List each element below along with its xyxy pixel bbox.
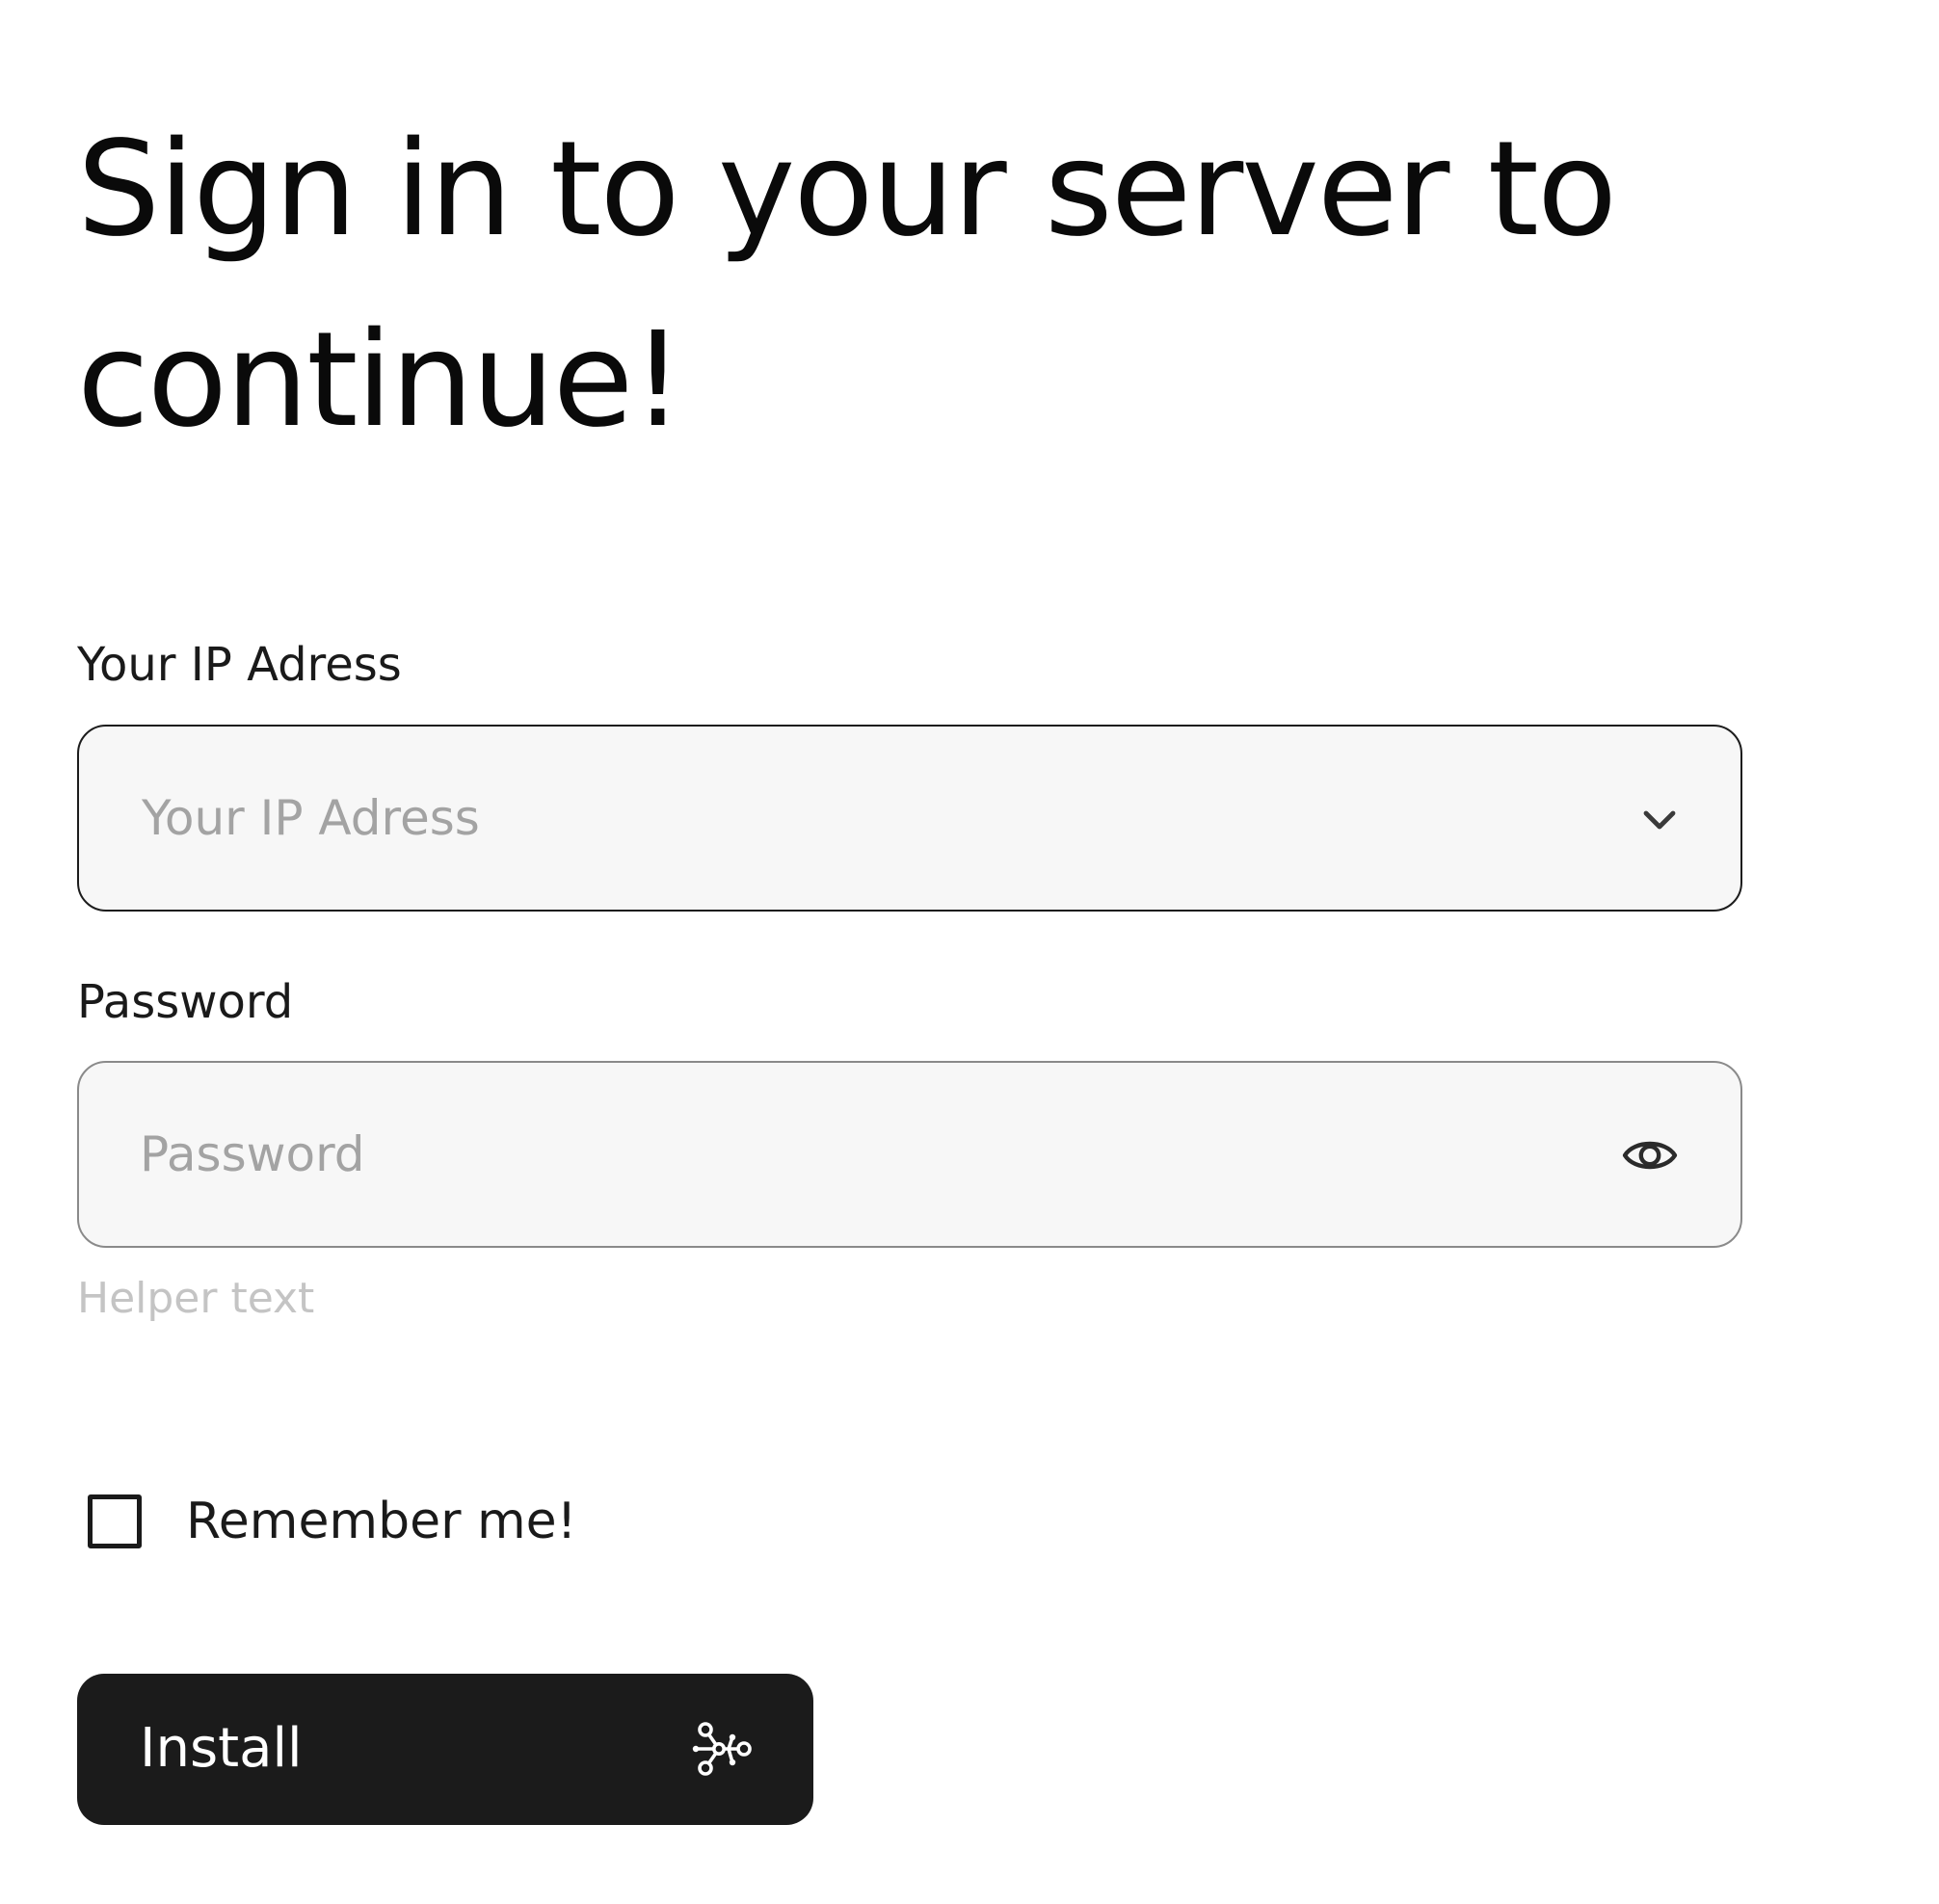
install-button[interactable]: Install [77,1674,813,1825]
ip-address-label: Your IP Adress [77,638,402,692]
network-icon [692,1722,752,1776]
ip-address-select[interactable]: Your IP Adress [77,725,1742,912]
install-button-label: Install [140,1717,303,1780]
remember-me-checkbox[interactable] [88,1494,142,1548]
password-field[interactable] [77,1061,1742,1248]
remember-me-label[interactable]: Remember me! [186,1492,577,1551]
password-input[interactable] [140,1063,1585,1246]
chevron-down-icon[interactable] [1636,796,1683,842]
password-label: Password [77,975,294,1029]
eye-icon[interactable] [1619,1124,1681,1186]
password-helper-text: Helper text [77,1274,315,1323]
ip-address-placeholder: Your IP Adress [142,790,480,846]
page-title: Sign in to your server to continue! [77,114,1617,457]
